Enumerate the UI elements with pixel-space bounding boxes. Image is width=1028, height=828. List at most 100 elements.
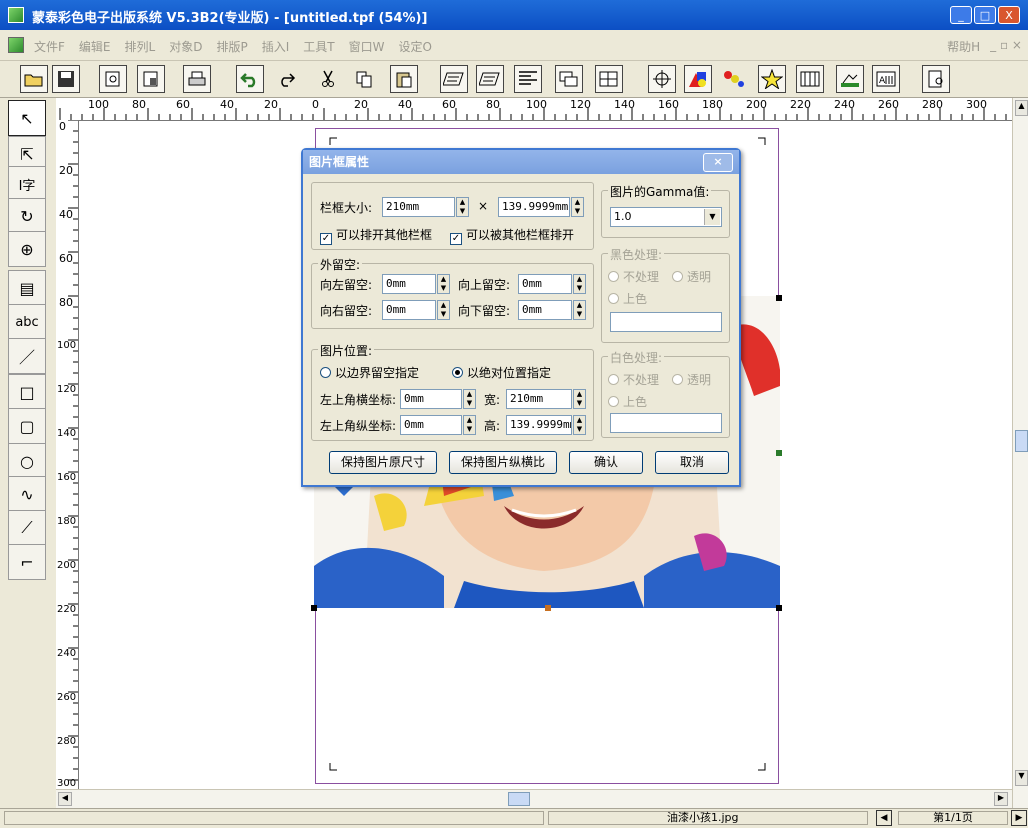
frame-width-field[interactable]: 210mm <box>382 197 455 217</box>
width-spinner[interactable]: ▲ ▼ <box>573 389 586 409</box>
map-icon[interactable] <box>796 65 824 93</box>
horizontal-scrollbar[interactable]: ◀ ▶ <box>56 789 1012 808</box>
frame-height-spinner[interactable]: ▲ ▼ <box>571 197 584 217</box>
zoom-page-icon[interactable] <box>922 65 950 93</box>
push-others-checkbox[interactable]: ✓ 可以排开其他栏框 <box>320 226 432 245</box>
text-block-icon[interactable]: ▤ <box>8 270 46 306</box>
next-page-icon[interactable]: ▶ <box>1011 810 1027 826</box>
dialog-close-button[interactable]: × <box>703 153 733 172</box>
left-margin-spinner[interactable]: ▲ ▼ <box>437 274 450 294</box>
menu-settings[interactable]: 设定O <box>398 38 431 55</box>
crosshair-icon[interactable] <box>648 65 676 93</box>
vertical-scrollbar[interactable]: ▲ ▼ <box>1012 98 1028 808</box>
picture-icon[interactable] <box>836 65 864 93</box>
x-coordinate-field[interactable]: 0mm <box>400 389 462 409</box>
text-tool-icon[interactable]: I字 <box>8 166 46 202</box>
cancel-button[interactable]: 取消 <box>655 451 729 474</box>
print-icon[interactable] <box>183 65 211 93</box>
paste-icon[interactable] <box>390 65 418 93</box>
width-field[interactable]: 210mm <box>506 389 572 409</box>
menu-window[interactable]: 窗口W <box>349 38 385 55</box>
bottom-margin-field[interactable]: 0mm <box>518 300 572 320</box>
page-setup-icon[interactable] <box>99 65 127 93</box>
menu-layout[interactable]: 排版P <box>216 38 247 55</box>
scroll-up-icon[interactable]: ▲ <box>1015 100 1028 116</box>
resize-handle-right-center[interactable] <box>776 450 782 456</box>
radio-by-absolute-position[interactable]: 以绝对位置指定 <box>452 364 551 381</box>
cut-icon[interactable] <box>314 65 342 93</box>
gamma-select[interactable]: 1.0 ▼ <box>610 207 722 227</box>
black-color-field[interactable] <box>610 312 722 332</box>
abc-tool-icon[interactable]: abc <box>8 304 46 340</box>
bottom-margin-spinner[interactable]: ▲ ▼ <box>573 300 586 320</box>
group-icon[interactable] <box>595 65 623 93</box>
x-coordinate-spinner[interactable]: ▲ ▼ <box>463 389 476 409</box>
white-color-field[interactable] <box>610 413 722 433</box>
black-color-radio[interactable]: 上色 <box>608 290 647 307</box>
right-margin-spinner[interactable]: ▲ ▼ <box>437 300 450 320</box>
rounded-rect-tool-icon[interactable]: ▢ <box>8 408 46 444</box>
line-tool-icon[interactable]: ／ <box>8 338 46 374</box>
frame-height-field[interactable]: 139.9999mm <box>498 197 570 217</box>
height-field[interactable]: 139.9999mm <box>506 415 572 435</box>
open-icon[interactable] <box>20 65 48 93</box>
ok-button[interactable]: 确认 <box>569 451 643 474</box>
height-spinner[interactable]: ▲ ▼ <box>573 415 586 435</box>
right-margin-field[interactable]: 0mm <box>382 300 436 320</box>
resize-handle-bottom-right[interactable] <box>776 605 782 611</box>
menu-tools[interactable]: 工具T <box>303 38 334 55</box>
import-icon[interactable] <box>137 65 165 93</box>
resize-handle-bottom-left[interactable] <box>311 605 317 611</box>
horizontal-scroll-thumb[interactable] <box>508 792 530 806</box>
y-coordinate-spinner[interactable]: ▲ ▼ <box>463 415 476 435</box>
star-icon[interactable] <box>758 65 786 93</box>
app-icon[interactable] <box>8 7 24 23</box>
paint-icon[interactable] <box>720 65 748 93</box>
menu-file[interactable]: 文件F <box>34 38 65 55</box>
document-icon[interactable] <box>8 37 24 53</box>
undo-icon[interactable] <box>236 65 264 93</box>
ellipse-tool-icon[interactable]: ○ <box>8 443 46 479</box>
curve-tool-icon[interactable]: ∿ <box>8 476 46 512</box>
radio-by-margin[interactable]: 以边界留空指定 <box>320 364 419 381</box>
black-none-radio[interactable]: 不处理 <box>608 268 659 285</box>
vertical-scroll-thumb[interactable] <box>1015 430 1028 452</box>
resize-handle-bottom-center[interactable] <box>545 605 551 611</box>
maximize-button[interactable]: □ <box>974 6 996 24</box>
left-margin-field[interactable]: 0mm <box>382 274 436 294</box>
frame-width-spinner[interactable]: ▲ ▼ <box>456 197 469 217</box>
white-none-radio[interactable]: 不处理 <box>608 371 659 388</box>
menu-insert[interactable]: 插入I <box>262 38 290 55</box>
menu-help[interactable]: 帮助H <box>947 38 980 55</box>
pushed-by-others-checkbox[interactable]: ✓ 可以被其他栏框排开 <box>450 226 574 245</box>
top-margin-spinner[interactable]: ▲ ▼ <box>573 274 586 294</box>
minimize-button[interactable]: _ <box>950 6 972 24</box>
text-flow-icon[interactable] <box>440 65 468 93</box>
menu-arrange[interactable]: 排列L <box>125 38 156 55</box>
align-icon[interactable] <box>514 65 542 93</box>
top-margin-field[interactable]: 0mm <box>518 274 572 294</box>
text-box-icon[interactable]: A <box>872 65 900 93</box>
text-frame-icon[interactable] <box>476 65 504 93</box>
copy-icon[interactable] <box>350 65 378 93</box>
redo-icon[interactable] <box>272 65 300 93</box>
select-arrow-icon[interactable]: ↖ <box>8 100 46 136</box>
white-transparent-radio[interactable]: 透明 <box>672 371 711 388</box>
close-button[interactable]: X <box>998 6 1020 24</box>
connector-tool-icon[interactable]: ⟋ <box>8 510 46 546</box>
black-transparent-radio[interactable]: 透明 <box>672 268 711 285</box>
document-window-controls[interactable]: _ ▫ × <box>990 38 1022 55</box>
resize-handle-top-right[interactable] <box>776 295 782 301</box>
color-shapes-icon[interactable] <box>684 65 712 93</box>
dialog-title-bar[interactable]: 图片框属性 × <box>303 150 739 174</box>
scroll-left-icon[interactable]: ◀ <box>58 792 72 806</box>
menu-object[interactable]: 对象D <box>169 38 202 55</box>
y-coordinate-field[interactable]: 0mm <box>400 415 462 435</box>
rectangle-tool-icon[interactable]: □ <box>8 374 46 410</box>
chevron-down-icon[interactable]: ▼ <box>704 209 720 225</box>
table-tool-icon[interactable]: ⌐ <box>8 544 46 580</box>
menu-edit[interactable]: 编辑E <box>79 38 111 55</box>
scroll-right-icon[interactable]: ▶ <box>994 792 1008 806</box>
white-color-radio[interactable]: 上色 <box>608 393 647 410</box>
scroll-down-icon[interactable]: ▼ <box>1015 770 1028 786</box>
